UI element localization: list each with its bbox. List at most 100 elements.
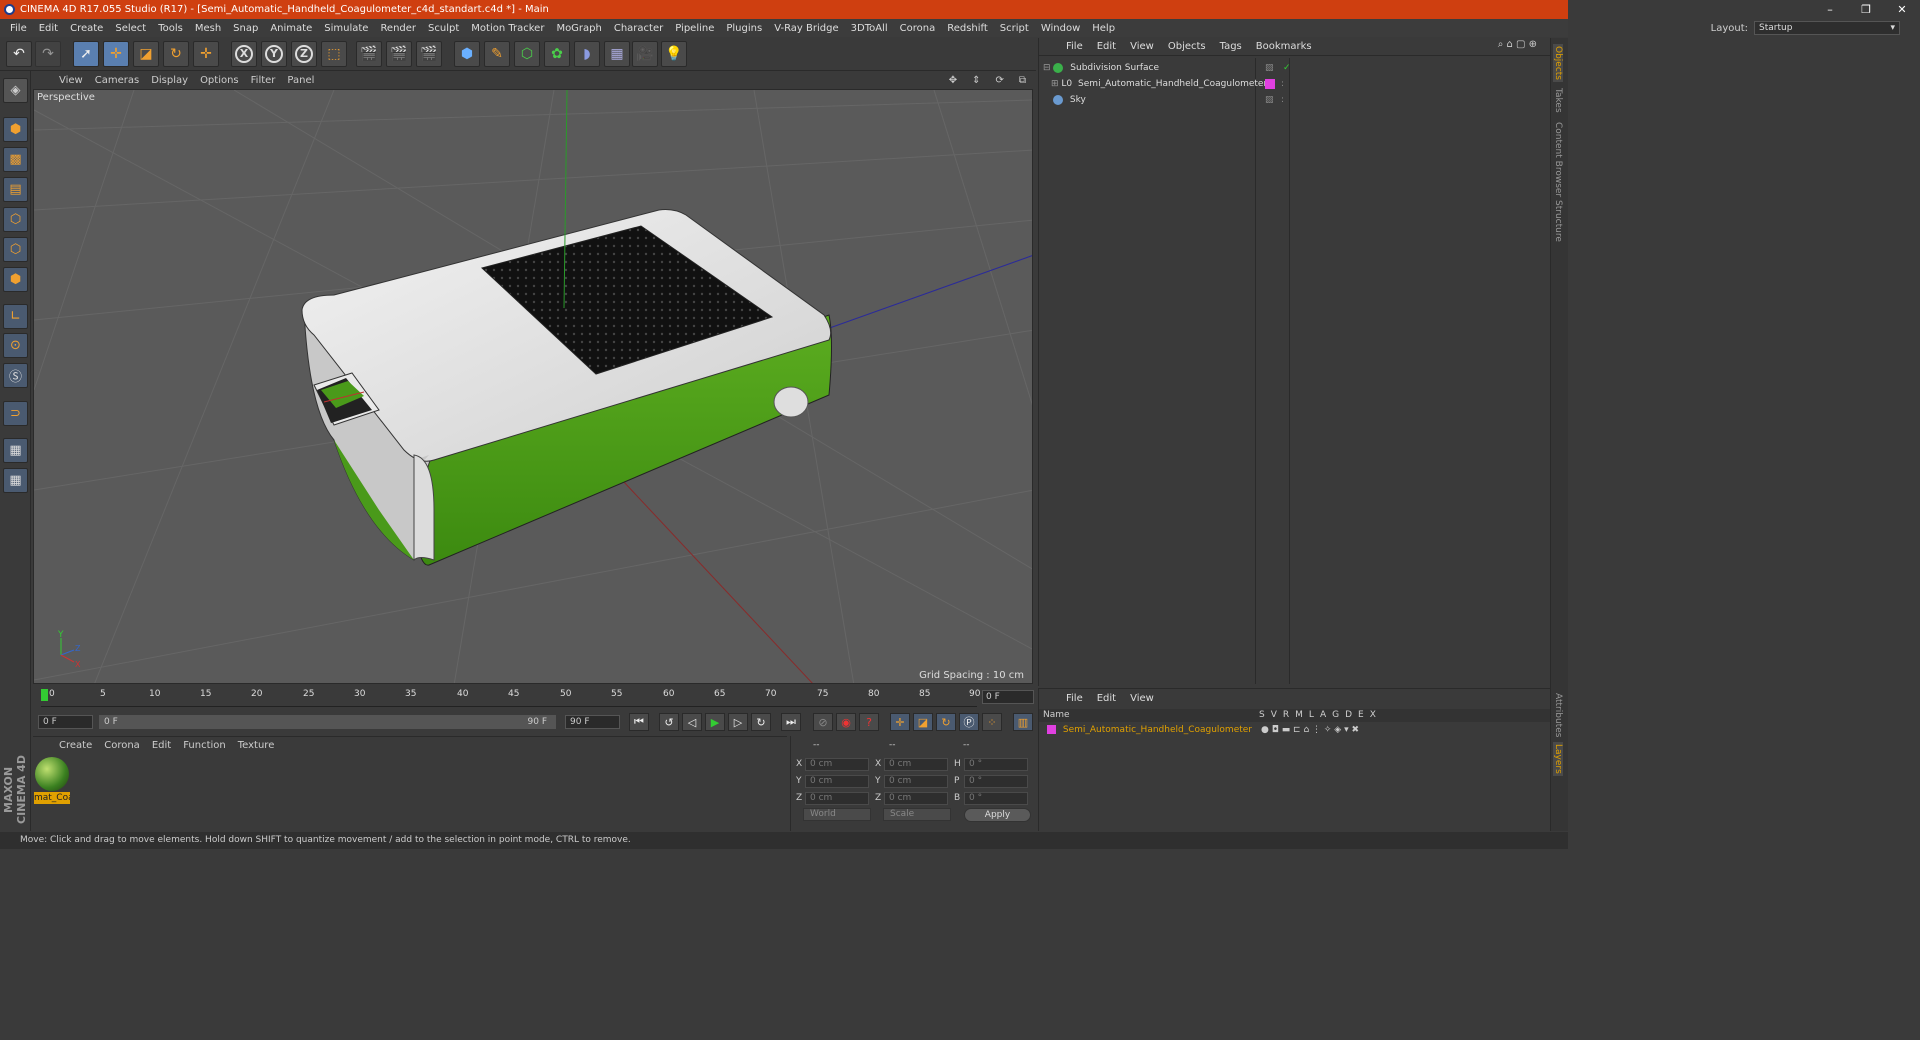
redo-button[interactable]: ↷ [35, 41, 61, 67]
subdivision-surface-button[interactable]: ⬡ [514, 41, 540, 67]
record-position-button[interactable]: ⊘ [813, 713, 833, 731]
expand-icon[interactable]: ⊞ [1051, 79, 1059, 89]
menu-vray-bridge[interactable]: V-Ray Bridge [768, 23, 844, 34]
light-button[interactable]: 💡 [661, 41, 687, 67]
viewport-menu-display[interactable]: Display [145, 75, 194, 86]
rotation-h-field[interactable]: 0 ° [964, 758, 1028, 771]
menu-help[interactable]: Help [1086, 23, 1121, 34]
dolly-icon[interactable]: ⇕ [966, 75, 986, 86]
camera-button[interactable]: 🎥 [632, 41, 658, 67]
object-row-coagulometer[interactable]: ⊞ L0 Semi_Automatic_Handheld_Coagulomete… [1043, 76, 1547, 92]
layer-col-render[interactable]: R [1283, 709, 1289, 722]
coordinate-system-button[interactable]: ⬚ [321, 41, 347, 67]
orbit-icon[interactable]: ⟳ [989, 75, 1009, 86]
menu-motion-tracker[interactable]: Motion Tracker [465, 23, 550, 34]
menu-render[interactable]: Render [374, 23, 422, 34]
menu-mograph[interactable]: MoGraph [550, 23, 607, 34]
x-axis-lock-button[interactable]: X [231, 41, 257, 67]
menu-tools[interactable]: Tools [152, 23, 189, 34]
menu-select[interactable]: Select [109, 23, 152, 34]
play-button[interactable]: ▶ [705, 713, 725, 731]
pen-spline-button[interactable]: ✎ [484, 41, 510, 67]
tab-content-browser[interactable]: Content Browser [1553, 122, 1563, 197]
material-name-label[interactable]: mat_Coa [34, 792, 70, 804]
next-frame-button[interactable]: ▷ [728, 713, 748, 731]
floor-button[interactable]: ▦ [604, 41, 630, 67]
workplane-align-button[interactable]: ▦ [3, 468, 28, 493]
move-tool-button[interactable]: ✛ [103, 41, 129, 67]
scale-tool-button[interactable]: ◪ [133, 41, 159, 67]
material-menu-edit[interactable]: Edit [146, 740, 177, 751]
object-menu-edit[interactable]: Edit [1090, 41, 1123, 52]
undo-button[interactable]: ↶ [6, 41, 32, 67]
layer-menu-edit[interactable]: Edit [1090, 693, 1123, 704]
menu-sculpt[interactable]: Sculpt [422, 23, 465, 34]
menu-pipeline[interactable]: Pipeline [669, 23, 720, 34]
menu-window[interactable]: Window [1035, 23, 1086, 34]
layer-col-generators[interactable]: G [1332, 709, 1339, 722]
viewport-menu-view[interactable]: View [53, 75, 89, 86]
render-view-button[interactable]: 🎬 [356, 41, 382, 67]
viewport-menu-filter[interactable]: Filter [245, 75, 282, 86]
maximize-view-icon[interactable]: ⧉ [1013, 75, 1032, 86]
size-z-field[interactable]: 0 cm [884, 792, 948, 805]
key-param-button[interactable]: Ⓟ [959, 713, 979, 731]
playhead[interactable] [41, 689, 48, 701]
z-axis-lock-button[interactable]: Z [291, 41, 317, 67]
position-y-field[interactable]: 0 cm [805, 775, 869, 788]
position-z-field[interactable]: 0 cm [805, 792, 869, 805]
layer-col-xref[interactable]: X [1370, 709, 1376, 722]
points-mode-button[interactable]: ⬡ [3, 207, 28, 232]
layer-col-expressions[interactable]: E [1358, 709, 1364, 722]
tab-objects[interactable]: Objects [1553, 44, 1563, 83]
layer-col-locked[interactable]: L [1309, 709, 1314, 722]
deformer-button[interactable]: ◗ [574, 41, 600, 67]
menu-corona[interactable]: Corona [894, 23, 942, 34]
apply-button[interactable]: Apply [964, 808, 1031, 822]
layer-col-deformers[interactable]: D [1345, 709, 1352, 722]
menu-snap[interactable]: Snap [227, 23, 264, 34]
object-name[interactable]: Subdivision Surface [1070, 63, 1159, 73]
key-scale-button[interactable]: ◪ [913, 713, 933, 731]
key-rotation-button[interactable]: ↻ [936, 713, 956, 731]
viewport-menu-cameras[interactable]: Cameras [89, 75, 145, 86]
layout-dropdown[interactable]: Startup [1754, 21, 1900, 35]
viewport-menu-panel[interactable]: Panel [281, 75, 320, 86]
layer-col-view[interactable]: V [1271, 709, 1277, 722]
menu-file[interactable]: File [4, 23, 33, 34]
key-position-button[interactable]: ✛ [890, 713, 910, 731]
layer-name[interactable]: Semi_Automatic_Handheld_Coagulometer [1063, 725, 1252, 735]
cube-object-button[interactable]: ⬢ [454, 41, 480, 67]
current-frame-field[interactable]: 0 F [982, 690, 1034, 704]
rotation-b-field[interactable]: 0 ° [964, 792, 1028, 805]
object-menu-tags[interactable]: Tags [1213, 41, 1249, 52]
close-button[interactable]: ✕ [1884, 0, 1920, 19]
next-key-button[interactable]: ↻ [751, 713, 771, 731]
polygons-mode-button[interactable]: ⬢ [3, 267, 28, 292]
y-axis-lock-button[interactable]: Y [261, 41, 287, 67]
rotate-tool-button[interactable]: ↻ [163, 41, 189, 67]
timeline-window-button[interactable]: ▥ [1013, 713, 1033, 731]
object-name[interactable]: Semi_Automatic_Handheld_Coagulometer [1078, 79, 1267, 89]
live-selection-button[interactable]: ➚ [73, 41, 99, 67]
menu-3dtoall[interactable]: 3DToAll [845, 23, 894, 34]
make-editable-button[interactable]: ◈ [3, 78, 28, 103]
magnet-button[interactable]: ⊃ [3, 401, 28, 426]
layer-menu-file[interactable]: File [1059, 693, 1090, 704]
layer-col-manager[interactable]: M [1295, 709, 1303, 722]
visibility-dots-icon[interactable]: ▨ [1265, 60, 1274, 76]
object-menu-view[interactable]: View [1123, 41, 1161, 52]
object-menu-objects[interactable]: Objects [1161, 41, 1213, 52]
search-icon[interactable]: ⌕ ⌂ ▢ ⊕ [1491, 39, 1544, 50]
start-frame-field[interactable]: 0 F [38, 715, 93, 729]
layer-col-solo[interactable]: S [1259, 709, 1265, 722]
render-picture-viewer-button[interactable]: 🎬 [386, 41, 412, 67]
layer-menu-view[interactable]: View [1123, 693, 1161, 704]
go-to-end-button[interactable]: ⏭ [781, 713, 801, 731]
object-menu-bookmarks[interactable]: Bookmarks [1249, 41, 1319, 52]
perspective-viewport[interactable]: Y Z X Perspective Grid Spacing : 10 cm [33, 89, 1033, 684]
menu-character[interactable]: Character [608, 23, 669, 34]
end-frame-field[interactable]: 90 F [565, 715, 620, 729]
menu-mesh[interactable]: Mesh [189, 23, 227, 34]
axis-mode-button[interactable]: ∟ [3, 304, 28, 329]
